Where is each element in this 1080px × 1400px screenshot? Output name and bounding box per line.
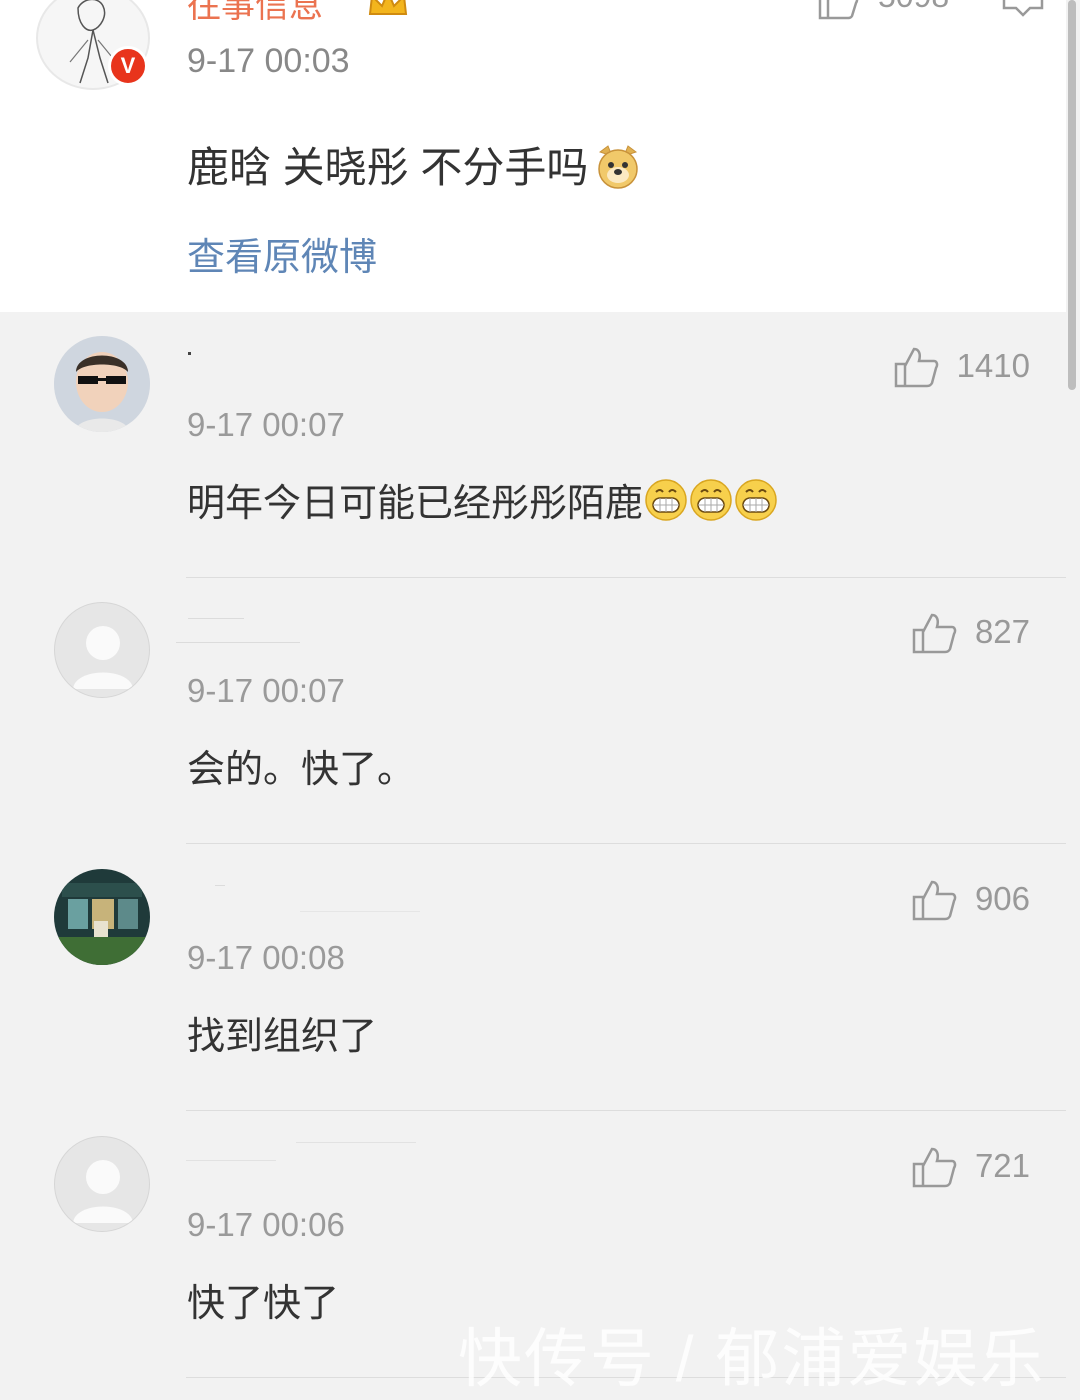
- comment-like[interactable]: 721: [911, 1144, 1030, 1188]
- comment-item: 1410 9-17 00:07 明年今日可能已经彤彤陌鹿: [0, 312, 1066, 578]
- grin-emoji-icon: [735, 479, 777, 521]
- comment-text-content: 明年今日可能已经彤彤陌鹿: [187, 483, 644, 525]
- comment-icon[interactable]: [1000, 0, 1046, 18]
- comment-item: 827 9-17 00:07 会的。快了。: [0, 578, 1066, 844]
- commenter-name-placeholder: [300, 911, 420, 912]
- commenter-name-placeholder: [186, 1160, 276, 1161]
- grin-emoji-icon: [645, 479, 687, 521]
- comment-text: 会的。快了。: [187, 749, 416, 791]
- commenter-avatar[interactable]: [54, 1136, 150, 1232]
- post-username[interactable]: 往事信息: [187, 0, 323, 27]
- comment-time: 9-17 00:07: [187, 406, 345, 443]
- watermark: 快传号 / 郁浦爱娱乐: [458, 1323, 1046, 1395]
- default-user-avatar-icon: [73, 626, 133, 689]
- comment-text: 明年今日可能已经彤彤陌鹿: [187, 472, 778, 527]
- comment-like[interactable]: 906: [911, 877, 1030, 921]
- commenter-name-placeholder: [215, 885, 225, 886]
- default-user-avatar-icon: [73, 1160, 133, 1223]
- thumbs-up-icon[interactable]: [911, 1144, 957, 1188]
- vip-crown-icon: [368, 0, 408, 15]
- scrollbar[interactable]: [1068, 0, 1076, 390]
- commenter-name-placeholder: [176, 642, 300, 643]
- comment-text: 快了快了: [187, 1283, 340, 1325]
- comment-time: 9-17 00:08: [187, 939, 345, 976]
- commenter-avatar[interactable]: [54, 602, 150, 698]
- commenter-name-placeholder: [296, 1142, 416, 1143]
- thumbs-up-icon[interactable]: [893, 344, 939, 388]
- comment-item: 906 9-17 00:08 找到组织了: [0, 845, 1066, 1111]
- commenter-name-placeholder: [188, 618, 244, 619]
- like-count: 827: [974, 613, 1030, 650]
- storefront-photo-avatar-icon: [54, 869, 150, 965]
- commenter-avatar[interactable]: [54, 336, 150, 432]
- post-like-count: 5098: [878, 0, 949, 15]
- comment-divider: [186, 1110, 1066, 1111]
- verified-badge-icon: V: [108, 46, 148, 86]
- thumbs-up-icon[interactable]: [816, 0, 860, 20]
- comment-text: 找到组织了: [187, 1016, 378, 1058]
- comment-divider: [186, 843, 1066, 844]
- doge-emoji-icon: [598, 145, 639, 189]
- commenter-avatar[interactable]: [54, 869, 150, 965]
- like-count: 906: [974, 880, 1030, 917]
- thumbs-up-icon[interactable]: [911, 877, 957, 921]
- original-post: V 往事信息 5098 9-17 00:03 鹿晗 关晓彤 不分手吗 查看原微博: [0, 0, 1066, 312]
- comment-like[interactable]: 1410: [893, 344, 1030, 388]
- comment-time: 9-17 00:06: [187, 1206, 345, 1243]
- grin-emoji-icon: [690, 479, 732, 521]
- thumbs-up-icon[interactable]: [911, 610, 957, 654]
- like-count: 1410: [956, 347, 1030, 384]
- view-original-link[interactable]: 查看原微博: [187, 226, 377, 281]
- post-text: 鹿晗 关晓彤 不分手吗: [187, 134, 642, 195]
- child-sunglasses-avatar-icon: [54, 336, 150, 432]
- commenter-name-placeholder: [188, 352, 191, 355]
- comment-time: 9-17 00:07: [187, 672, 345, 709]
- comment-like[interactable]: 827: [911, 610, 1030, 654]
- like-count: 721: [974, 1147, 1030, 1184]
- post-text-content: 鹿晗 关晓彤 不分手吗: [187, 144, 589, 191]
- post-time: 9-17 00:03: [187, 42, 350, 80]
